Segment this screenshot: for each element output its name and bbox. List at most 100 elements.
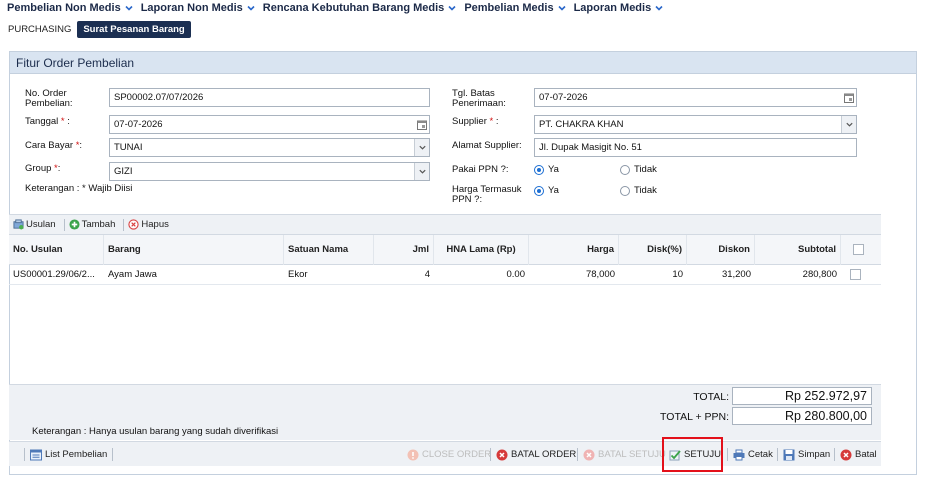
batal-label: Batal [855,449,877,460]
select-all-checkbox[interactable] [853,244,864,255]
chevron-down-icon[interactable] [414,139,429,156]
setuju-highlight-box [662,437,723,472]
tambah-button[interactable]: Tambah [69,219,116,230]
harga-ppn-ya-radio[interactable]: Ya [534,185,559,196]
toolbar-separator [834,448,835,461]
keterangan-note: Keterangan : Hanya usulan barang yang su… [32,426,279,437]
cell-harga[interactable]: 78,000 [529,265,619,284]
cell-disk[interactable]: 10 [619,265,687,284]
required-mark: * [489,116,494,127]
chevron-down-icon[interactable] [414,163,429,180]
tgl-batas-field[interactable]: 07-07-2026 [534,88,857,107]
supplier-select[interactable]: PT. CHAKRA KHAN [534,115,857,134]
close-order-label: CLOSE ORDER [422,449,492,460]
tanggal-value: 07-07-2026 [114,119,163,130]
column-header[interactable]: Jml [374,235,434,265]
top-navigation: Pembelian Non Medis Laporan Non Medis Re… [0,0,927,16]
tab-surat-pesanan-barang[interactable]: Surat Pesanan Barang [77,21,191,38]
tanggal-field[interactable]: 07-07-2026 [109,115,430,134]
group-value: GIZI [114,166,133,177]
toolbar-separator [490,448,491,461]
toolbar-separator [777,448,778,461]
usulan-button[interactable]: Usulan [13,219,56,230]
supplier-label-text: Supplier [452,116,487,127]
menu-rencana-kebutuhan[interactable]: Rencana Kebutuhan Barang Medis [263,2,458,14]
chevron-down-icon[interactable] [841,116,856,133]
radio-label: Ya [548,164,559,175]
hapus-button[interactable]: Hapus [128,219,169,230]
cara-bayar-label: Cara Bayar *: [25,141,82,151]
radio-icon [620,185,630,196]
column-header[interactable]: Harga [529,235,619,265]
toolbar-separator [727,448,728,461]
ppn-ya-radio[interactable]: Ya [534,164,559,175]
menu-laporan-medis[interactable]: Laporan Medis [574,2,665,14]
save-icon [783,449,795,460]
total-value: Rp 252.972,97 [732,387,872,405]
supplier-label: Supplier * : [452,117,498,127]
no-order-field[interactable]: SP00002.07/07/2026 [109,88,430,107]
column-header[interactable]: Subtotal [755,235,841,265]
total-ppn-label: TOTAL + PPN: [660,411,729,423]
label-colon: : [57,163,61,174]
panel-title: Fitur Order Pembelian [10,52,916,74]
simpan-label: Simpan [798,449,831,460]
toolbar-separator [112,448,114,461]
usulan-label: Usulan [26,219,56,230]
close-order-button[interactable]: CLOSE ORDER [407,442,491,467]
menu-pembelian-non-medis[interactable]: Pembelian Non Medis [7,2,134,14]
calendar-icon[interactable] [414,116,429,133]
toolbar-separator [123,218,125,231]
column-header[interactable]: Satuan Nama [284,235,374,265]
cell-diskon: 31,200 [721,269,751,280]
toolbar-separator [577,448,578,461]
required-mark: * [60,116,65,127]
column-header[interactable]: Barang [104,235,284,265]
label-colon: : [495,116,499,127]
column-header[interactable]: HNA Lama (Rp) [434,235,529,265]
table-row[interactable]: US00001.29/06/2... Ayam Jawa Ekor 4 0.00… [9,265,881,285]
menu-label: Rencana Kebutuhan Barang Medis [262,2,445,14]
column-header[interactable]: Diskon [687,235,755,265]
column-header[interactable]: Disk(%) [619,235,687,265]
calendar-icon[interactable] [841,89,856,106]
cell-satuan: Ekor [288,269,308,280]
toolbar-separator [24,448,25,461]
list-pembelian-button[interactable]: List Pembelian [19,442,118,467]
harga-ppn-tidak-radio[interactable]: Tidak [620,185,657,196]
tambah-label: Tambah [81,219,116,230]
cara-bayar-select[interactable]: TUNAI [109,138,430,157]
ppn-tidak-radio[interactable]: Tidak [620,164,657,175]
row-checkbox[interactable] [850,269,861,280]
menu-pembelian-medis[interactable]: Pembelian Medis [464,2,566,14]
tanggal-label-text: Tanggal [25,116,59,127]
pakai-ppn-label: Pakai PPN ?: [452,164,509,175]
menu-laporan-non-medis[interactable]: Laporan Non Medis [141,2,256,14]
menu-label: Pembelian Non Medis [7,2,121,14]
grid-header: No. Usulan Barang Satuan Nama Jml HNA La… [9,235,881,265]
wajib-note: * Wajib Diisi [82,183,133,194]
batal-setuju-button[interactable]: BATAL SETUJU [572,442,666,467]
group-select[interactable]: GIZI [109,162,430,181]
chevron-down-icon [125,5,133,11]
chevron-down-icon [558,5,566,11]
alamat-supplier-field[interactable]: Jl. Dupak Masigit No. 51 [534,138,857,157]
simpan-button[interactable]: Simpan [772,442,830,467]
cell-no-usulan: US00001.29/06/2... [13,269,95,280]
keterangan-label: Keterangan : [25,183,80,194]
tab-purchasing[interactable]: PURCHASING [8,24,71,35]
total-ppn-value: Rp 280.800,00 [732,407,872,425]
column-header[interactable]: No. Usulan [9,235,104,265]
cetak-button[interactable]: Cetak [722,442,773,467]
cetak-label: Cetak [748,449,773,460]
cell-jml[interactable]: 4 [374,265,434,284]
radio-selected-icon [534,185,544,196]
tgl-batas-label: Tgl. Batas Penerimaan: [452,88,506,109]
batal-order-label: BATAL ORDER [511,449,577,460]
batal-button[interactable]: Batal [829,442,877,467]
batal-order-button[interactable]: BATAL ORDER [485,442,576,467]
grid-toolbar: Usulan Tambah Hapus [9,215,881,235]
radio-label: Tidak [634,185,657,196]
alamat-supplier-label: Alamat Supplier: [452,140,522,151]
cara-bayar-label-text: Cara Bayar [25,140,74,151]
